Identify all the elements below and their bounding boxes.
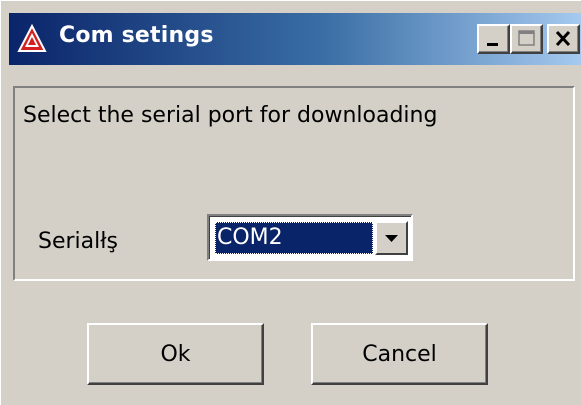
close-button[interactable] [547,24,580,54]
chevron-down-icon [385,235,398,242]
window-title: Com setings [59,23,214,48]
maximize-button[interactable] [510,24,543,54]
prompt-text: Select the serial port for downloading [23,103,438,128]
dropdown-button[interactable] [375,221,408,255]
minimize-icon [487,43,498,46]
serial-label: Serialłş [38,229,118,254]
serial-port-select[interactable]: COM2 [207,214,413,261]
serial-port-value[interactable]: COM2 [215,222,373,254]
app-triangle-icon [17,23,47,54]
close-icon [555,30,571,47]
cancel-button[interactable]: Cancel [311,323,488,385]
com-settings-window: Com setings Select the serial port for d… [0,0,581,405]
serial-port-select-frame: COM2 [209,216,411,259]
minimize-button[interactable] [477,24,510,54]
ok-button[interactable]: Ok [87,323,264,385]
maximize-icon [518,30,535,46]
title-bar[interactable]: Com setings [9,13,581,65]
